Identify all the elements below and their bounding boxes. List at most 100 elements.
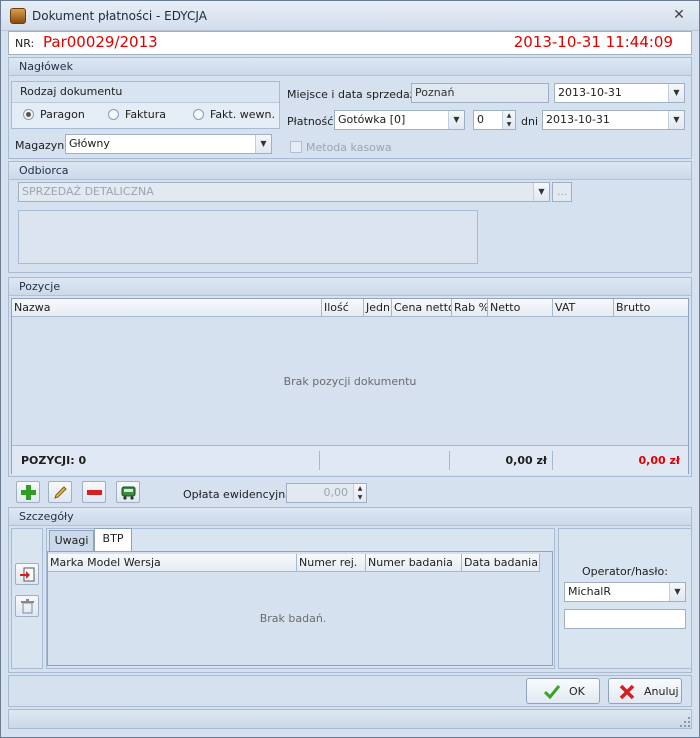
col-numer-badania[interactable]: Numer badania (366, 554, 462, 572)
edit-icon (54, 486, 67, 499)
chevron-down-icon[interactable]: ▼ (669, 583, 685, 601)
document-number: Par00029/2013 (43, 33, 158, 51)
radio-faktura[interactable] (108, 109, 119, 120)
col-numer-rej[interactable]: Numer rej. (297, 554, 366, 572)
nr-label: NR: (15, 37, 35, 50)
pozycje-count: POZYCJI: 0 (21, 454, 87, 467)
chevron-down-icon[interactable]: ▼ (448, 111, 464, 129)
termin-platnosci-picker[interactable]: 2013-10-31 ▼ (542, 110, 685, 130)
col-rabat[interactable]: Rab % (452, 299, 488, 317)
dni-stepper[interactable]: 0 ▲ ▼ (473, 110, 516, 130)
radio-fakt-wewn-label[interactable]: Fakt. wewn. (210, 108, 275, 121)
col-vat[interactable]: VAT (553, 299, 614, 317)
stepper-arrows-icon[interactable]: ▲ ▼ (502, 111, 515, 129)
cancel-button[interactable]: Anuluj (608, 678, 682, 704)
checkmark-icon (544, 685, 560, 699)
cancel-label: Anuluj (644, 685, 679, 698)
chevron-down-icon[interactable]: ▼ (533, 183, 549, 201)
odbiorca-browse-button[interactable]: ... (552, 182, 572, 202)
pozycje-grid-header: Nazwa Ilość Jedn Cena netto Rab % Netto … (12, 299, 688, 317)
window-title: Dokument płatności - EDYCJA (32, 9, 207, 23)
divider (449, 451, 450, 470)
rodzaj-dokumentu-group: Rodzaj dokumentu Paragon Faktura Fakt. w… (11, 81, 280, 129)
radio-fakt-wewn[interactable] (193, 109, 204, 120)
miejsce-label: Miejsce i data sprzedaży: (287, 88, 425, 101)
pozycje-summary-row: POZYCJI: 0 0,00 zł 0,00 zł (12, 445, 688, 475)
naglowek-header: Nagłówek (9, 58, 691, 76)
col-nazwa[interactable]: Nazwa (12, 299, 322, 317)
radio-paragon[interactable] (23, 109, 34, 120)
miejsce-field[interactable]: Poznań (411, 83, 549, 103)
operator-label: Operator/hasło: (582, 565, 668, 578)
szczegoly-header: Szczegóły (9, 508, 691, 526)
operator-value: MichalR (568, 585, 612, 598)
dni-label: dni (521, 115, 539, 128)
divider (552, 451, 553, 470)
pozycje-header: Pozycje (9, 278, 691, 296)
col-data-badania[interactable]: Data badania (462, 554, 540, 572)
magazyn-label: Magazyn: (15, 139, 68, 152)
col-netto[interactable]: Netto (488, 299, 553, 317)
operator-select[interactable]: MichalR ▼ (564, 582, 686, 602)
delete-button[interactable] (15, 595, 39, 617)
ok-label: OK (569, 685, 585, 698)
add-document-button[interactable] (15, 563, 39, 585)
pozycje-grid[interactable]: Nazwa Ilość Jedn Cena netto Rab % Netto … (11, 298, 689, 475)
data-sprzedazy-value: 2013-10-31 (558, 86, 622, 99)
resize-grip-icon[interactable] (680, 717, 690, 727)
platnosc-value: Gotówka [0] (338, 113, 406, 126)
password-field[interactable] (564, 609, 686, 629)
app-icon (10, 8, 26, 24)
chevron-down-icon[interactable]: ▼ (668, 111, 684, 129)
oplata-value: 0,00 (323, 486, 349, 499)
btp-grid[interactable]: Marka Model Wersja Numer rej. Numer bada… (47, 551, 553, 666)
oplata-label: Opłata ewidencyjna: (183, 488, 296, 501)
magazyn-select[interactable]: Główny ▼ (65, 134, 272, 154)
cancel-x-icon (619, 684, 635, 700)
summary-brutto: 0,00 zł (638, 454, 680, 467)
remove-icon (87, 490, 102, 495)
data-sprzedazy-picker[interactable]: 2013-10-31 ▼ (554, 83, 685, 103)
ok-button[interactable]: OK (526, 678, 600, 704)
vehicle-icon (121, 486, 136, 500)
platnosc-label: Płatność: (287, 115, 337, 128)
dni-value: 0 (477, 113, 484, 126)
btp-grid-header: Marka Model Wersja Numer rej. Numer bada… (48, 554, 540, 572)
magazyn-value: Główny (69, 137, 110, 150)
status-bar (8, 709, 692, 729)
rodzaj-dokumentu-title: Rodzaj dokumentu (20, 85, 123, 98)
metoda-kasowa-label: Metoda kasowa (306, 141, 392, 154)
summary-netto: 0,00 zł (505, 454, 547, 467)
remove-button[interactable] (82, 481, 106, 503)
stepper-arrows-icon[interactable]: ▲ ▼ (353, 484, 366, 502)
col-jedn[interactable]: Jedn (364, 299, 392, 317)
col-marka-model[interactable]: Marka Model Wersja (48, 554, 297, 572)
odbiorca-details-box (18, 210, 478, 264)
pozycje-empty-message: Brak pozycji dokumentu (283, 375, 417, 388)
oplata-stepper[interactable]: 0,00 ▲ ▼ (286, 483, 367, 503)
vehicle-button[interactable] (116, 481, 140, 503)
metoda-kasowa-checkbox[interactable] (290, 141, 302, 153)
edit-button[interactable] (48, 481, 72, 503)
chevron-down-icon[interactable]: ▼ (668, 84, 684, 102)
odbiorca-value: SPRZEDAŻ DETALICZNA (22, 185, 154, 198)
add-button[interactable] (16, 481, 40, 503)
odbiorca-select[interactable]: SPRZEDAŻ DETALICZNA ▼ (18, 182, 550, 202)
termin-platnosci-value: 2013-10-31 (546, 113, 610, 126)
odbiorca-header: Odbiorca (9, 162, 691, 180)
col-brutto[interactable]: Brutto (614, 299, 688, 317)
add-icon (21, 485, 36, 500)
close-icon[interactable]: ✕ (671, 7, 687, 23)
radio-faktura-label[interactable]: Faktura (125, 108, 166, 121)
col-cena-netto[interactable]: Cena netto (392, 299, 452, 317)
btp-empty-message: Brak badań. (259, 612, 327, 625)
tab-btp[interactable]: BTP (94, 528, 132, 551)
col-ilosc[interactable]: Ilość (322, 299, 364, 317)
radio-paragon-label[interactable]: Paragon (40, 108, 85, 121)
divider (319, 451, 320, 470)
platnosc-select[interactable]: Gotówka [0] ▼ (334, 110, 465, 130)
document-number-bar: NR: Par00029/2013 2013-10-31 11:44:09 (8, 31, 692, 55)
tab-uwagi[interactable]: Uwagi (49, 530, 94, 551)
document-datetime: 2013-10-31 11:44:09 (513, 33, 673, 51)
chevron-down-icon[interactable]: ▼ (255, 135, 271, 153)
